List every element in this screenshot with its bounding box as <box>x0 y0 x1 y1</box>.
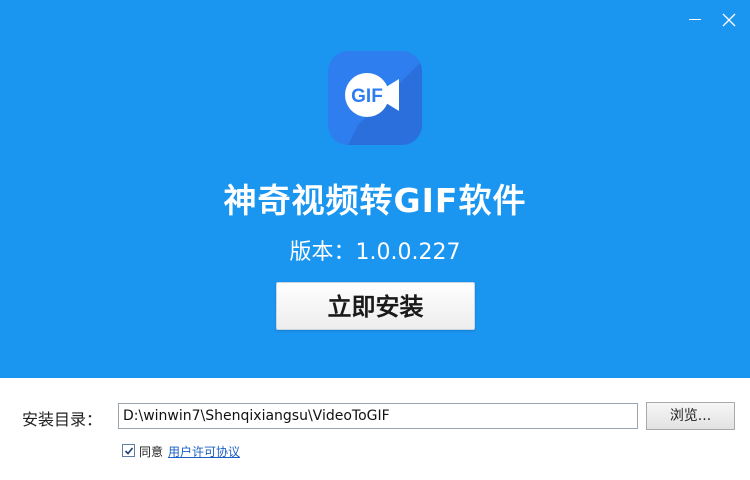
install-directory-label: 安装目录： <box>22 410 103 429</box>
license-agreement-link[interactable]: 用户许可协议 <box>168 443 240 460</box>
version-text: 版本：1.0.0.227 <box>289 240 461 265</box>
logo-text: GIF <box>351 86 383 107</box>
browse-button[interactable]: 浏览... <box>646 402 735 430</box>
app-title: 神奇视频转GIF软件 <box>223 181 527 220</box>
header-banner: GIF 神奇视频转GIF软件 版本：1.0.0.227 立即安装 <box>0 0 750 378</box>
app-logo: GIF <box>328 51 422 145</box>
checkmark-icon <box>124 447 134 455</box>
close-icon <box>722 13 736 27</box>
install-directory-input[interactable] <box>118 403 638 429</box>
minimize-icon <box>689 19 701 20</box>
install-now-button[interactable]: 立即安装 <box>276 282 475 330</box>
agree-checkbox[interactable] <box>122 444 135 457</box>
video-camera-icon: GIF <box>345 73 399 117</box>
agree-label: 同意 <box>139 445 164 459</box>
close-button[interactable] <box>714 6 744 34</box>
minimize-button[interactable] <box>680 6 710 34</box>
